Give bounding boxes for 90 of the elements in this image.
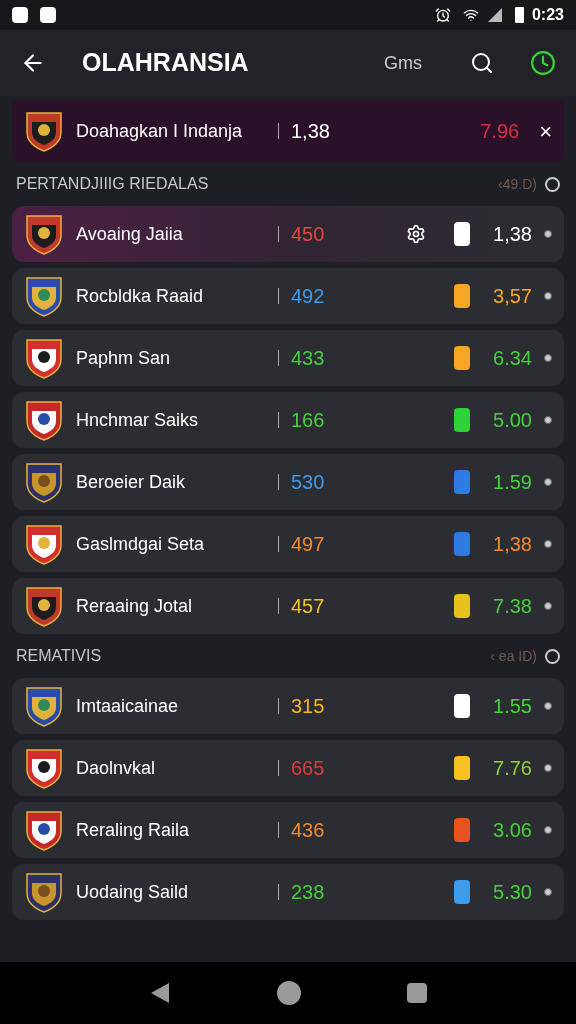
section-meta: ‹ ea ID)	[490, 646, 537, 666]
divider-mark	[278, 598, 279, 614]
odds: 6.34	[492, 346, 532, 371]
match-row[interactable]: Rocbldka Raaid 492 3,57	[12, 268, 564, 324]
team-name: Rocbldka Raaid	[76, 284, 205, 308]
team-crest-icon	[24, 871, 64, 913]
team-crest-icon	[24, 809, 64, 851]
odds: 5.30	[492, 880, 532, 905]
score: 450	[291, 222, 326, 247]
score: 497	[291, 532, 326, 557]
home-nav-icon[interactable]	[277, 981, 301, 1005]
team-name: Doahagkan I Indanja	[76, 119, 244, 143]
signal-icon	[486, 7, 503, 23]
odds: 1,38	[492, 532, 532, 557]
odds: 3.06	[492, 818, 532, 843]
action-label[interactable]: Gms	[384, 49, 422, 77]
team-name: Beroeier Daik	[76, 470, 187, 494]
divider-mark	[278, 698, 279, 714]
divider-mark	[278, 760, 279, 776]
settings-icon[interactable]	[406, 224, 426, 244]
score: 238	[291, 880, 326, 905]
divider-mark	[278, 536, 279, 552]
team-crest-icon	[24, 275, 64, 317]
team-name: Daolnvkal	[76, 756, 157, 780]
match-row[interactable]: Beroeier Daik 530 1.59	[12, 454, 564, 510]
battery-icon	[514, 7, 524, 23]
odds: 7.38	[492, 594, 532, 619]
odds: 1,38	[492, 222, 532, 247]
match-row[interactable]: Imtaaicainae 315 1.55	[12, 678, 564, 734]
match-row[interactable]: Gaslmdgai Seta 497 1,38	[12, 516, 564, 572]
team-crest-icon	[24, 399, 64, 441]
team-name: Uodaing Saild	[76, 880, 190, 904]
team-crest-icon	[24, 213, 64, 255]
odds: 7.76	[492, 756, 532, 781]
match-row[interactable]: Daolnvkal 665 7.76	[12, 740, 564, 796]
team-crest-icon	[24, 110, 64, 152]
divider-mark	[278, 822, 279, 838]
timer-icon[interactable]	[530, 50, 556, 76]
score: 166	[291, 408, 326, 433]
score: 492	[291, 284, 326, 309]
close-button[interactable]: ×	[539, 114, 552, 148]
odds: 5.00	[492, 408, 532, 433]
team-name: Hnchmar Saiks	[76, 408, 200, 432]
team-crest-icon	[24, 685, 64, 727]
team-name: Avoaing Jaiia	[76, 222, 184, 246]
divider-mark	[278, 226, 279, 242]
divider-mark	[278, 288, 279, 304]
team-crest-icon	[24, 585, 64, 627]
team-name: Paphm San	[76, 346, 172, 370]
score: 433	[291, 346, 326, 371]
team-crest-icon	[24, 747, 64, 789]
team-name: Gaslmdgai Seta	[76, 532, 206, 556]
team-crest-icon	[24, 523, 64, 565]
section-title: PERTANDJIIIG RIEDALAS	[16, 174, 209, 194]
divider-mark	[278, 350, 279, 366]
team-crest-icon	[24, 337, 64, 379]
divider-mark	[278, 412, 279, 428]
match-row[interactable]: Paphm San 433 6.34	[12, 330, 564, 386]
wifi-icon	[462, 7, 479, 23]
back-nav-icon[interactable]	[149, 981, 171, 1005]
team-name: Reraling Raila	[76, 818, 191, 842]
section-meta: ‹49.D)	[498, 174, 537, 194]
divider-mark	[278, 123, 279, 139]
score: 530	[291, 470, 326, 495]
score: 1,38	[291, 119, 330, 144]
featured-card[interactable]: Doahagkan I Indanja 1,38 7.96 ×	[12, 100, 564, 162]
team-name: Reraaing Jotal	[76, 594, 194, 618]
odds: 7.96	[480, 119, 520, 144]
team-crest-icon	[24, 461, 64, 503]
recents-nav-icon[interactable]	[407, 983, 427, 1003]
score: 457	[291, 594, 326, 619]
match-row[interactable]: Avoaing Jaiia 450 1,38	[12, 206, 564, 262]
odds: 1.59	[492, 470, 532, 495]
match-row[interactable]: Uodaing Saild 238 5.30	[12, 864, 564, 920]
team-name: Imtaaicainae	[76, 694, 180, 718]
odds: 3,57	[492, 284, 532, 309]
search-icon[interactable]	[470, 51, 494, 75]
app-title: OLAHRANSIA	[82, 47, 249, 79]
odds: 1.55	[492, 694, 532, 719]
match-row[interactable]: Reraling Raila 436 3.06	[12, 802, 564, 858]
score: 436	[291, 818, 326, 843]
section-title: REMATIVIS	[16, 646, 102, 666]
alarm-icon	[434, 7, 451, 23]
score: 315	[291, 694, 326, 719]
divider-mark	[278, 884, 279, 900]
match-row[interactable]: Reraaing Jotal 457 7.38	[12, 578, 564, 634]
score: 665	[291, 756, 326, 781]
clock-time: 0:23	[531, 5, 564, 25]
divider-mark	[278, 474, 279, 490]
match-row[interactable]: Hnchmar Saiks 166 5.00	[12, 392, 564, 448]
